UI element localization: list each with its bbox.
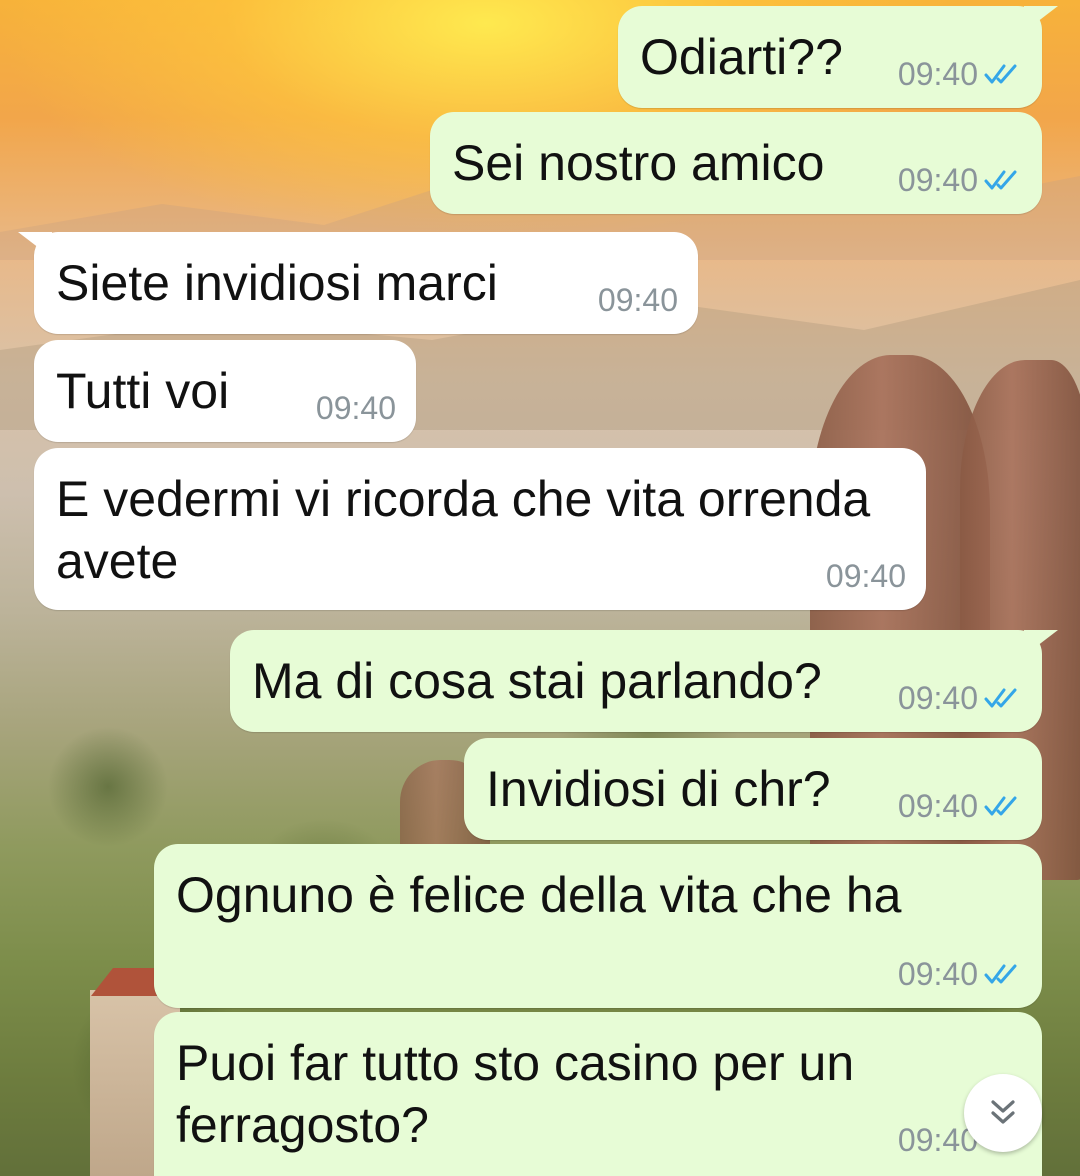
read-ticks-icon [984,170,1017,190]
message-time: 09:40 [897,956,978,992]
read-ticks-icon [984,688,1017,708]
message-bubble-incoming[interactable]: E vedermi vi ricorda che vita orrenda av… [34,448,926,610]
message-text: Ma di cosa stai parlando? [252,653,822,709]
message-bubble-incoming[interactable]: Siete invidiosi marci 09:40 [34,232,698,334]
message-text: Sei nostro amico [452,135,825,191]
message-bubble-outgoing[interactable]: Odiarti?? 09:40 [618,6,1042,108]
read-ticks-icon [984,64,1017,84]
read-ticks-icon [984,964,1017,984]
message-time: 09:40 [897,162,978,198]
message-time: 09:40 [315,390,396,426]
message-text: Puoi far tutto sto casino per un ferrago… [176,1035,855,1153]
message-time: 09:40 [825,558,906,594]
message-meta: 09:40 [898,788,1022,824]
message-meta: 09:40 [898,162,1022,198]
message-bubble-outgoing[interactable]: Invidiosi di chr? 09:40 [464,738,1042,840]
message-meta: 09:40 [316,390,396,426]
message-bubble-outgoing[interactable]: Ma di cosa stai parlando? 09:40 [230,630,1042,732]
double-chevron-down-icon [991,1100,1015,1124]
message-meta: 09:40 [898,680,1022,716]
message-meta: 09:40 [826,558,906,594]
message-text: Ognuno è felice della vita che ha [176,867,902,923]
message-bubble-incoming[interactable]: Tutti voi 09:40 [34,340,416,442]
message-meta: 09:40 [898,956,1022,992]
read-ticks-icon [984,796,1017,816]
message-meta: 09:40 [898,56,1022,92]
message-meta: 09:40 [598,282,678,318]
message-time: 09:40 [897,788,978,824]
message-time: 09:40 [597,282,678,318]
message-bubble-outgoing[interactable]: Sei nostro amico 09:40 [430,112,1042,214]
message-text: Tutti voi [56,363,230,419]
message-bubble-outgoing[interactable]: Puoi far tutto sto casino per un ferrago… [154,1012,1042,1176]
scroll-to-bottom-button[interactable] [964,1074,1042,1152]
message-text: Odiarti?? [640,29,843,85]
message-time: 09:40 [897,680,978,716]
message-time: 09:40 [897,56,978,92]
message-list[interactable]: Odiarti?? 09:40 Sei nostro amico 09:40 S… [0,0,1080,1176]
message-text: E vedermi vi ricorda che vita orrenda av… [56,471,871,589]
message-text: Invidiosi di chr? [486,761,831,817]
message-text: Siete invidiosi marci [56,255,498,311]
message-bubble-outgoing[interactable]: Ognuno è felice della vita che ha 09:40 [154,844,1042,1008]
